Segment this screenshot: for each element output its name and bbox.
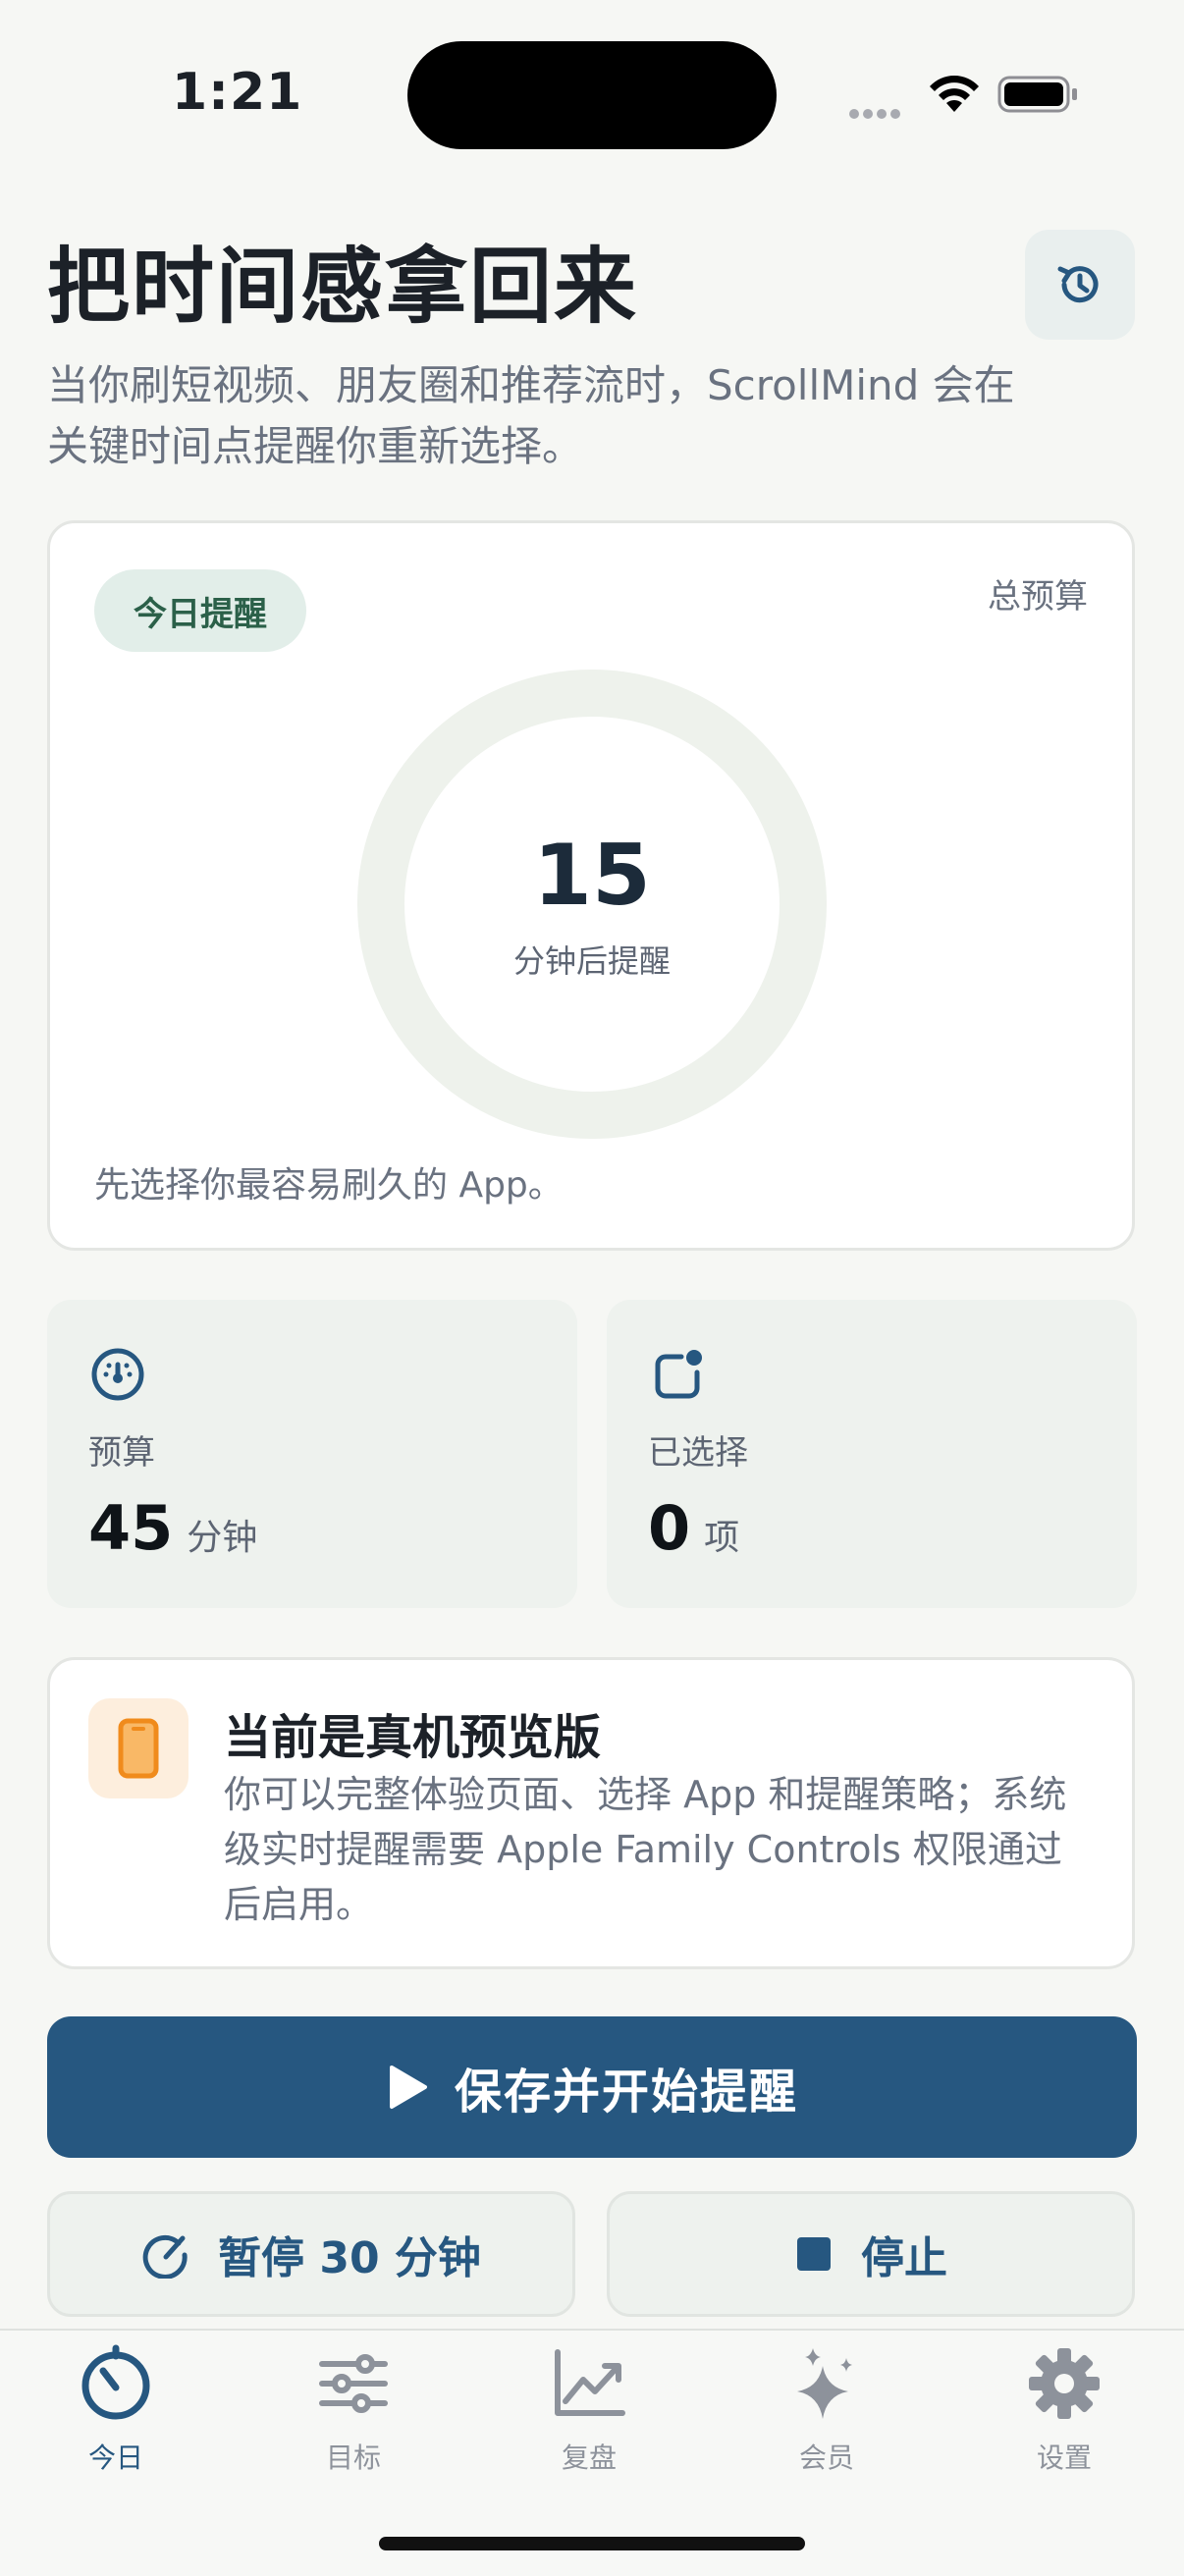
page-title: 把时间感拿回来 bbox=[47, 239, 639, 335]
tab-review-label: 复盘 bbox=[561, 2442, 617, 2474]
tab-goals[interactable]: 目标 bbox=[255, 2344, 452, 2492]
gear-icon bbox=[1029, 2348, 1100, 2419]
timer-pause-icon bbox=[142, 2234, 188, 2279]
history-button[interactable] bbox=[1025, 230, 1135, 340]
select-app-hint: 先选择你最容易刷久的 App。 bbox=[94, 1165, 564, 1206]
battery-icon bbox=[997, 76, 1077, 113]
tab-goals-label: 目标 bbox=[325, 2442, 381, 2474]
timer-icon bbox=[81, 2344, 150, 2420]
budget-value: 45 bbox=[88, 1492, 174, 1564]
pause-30-label: 暂停 30 分钟 bbox=[218, 2233, 481, 2283]
play-icon bbox=[389, 2066, 427, 2109]
tab-membership[interactable]: 会员 bbox=[728, 2344, 925, 2492]
selected-value-row: 0项 bbox=[648, 1492, 739, 1564]
selected-apps-stat-card[interactable]: 已选择 0项 bbox=[607, 1300, 1137, 1608]
tab-today-label: 今日 bbox=[87, 2442, 143, 2474]
phone-badge bbox=[88, 1698, 188, 1798]
countdown-label: 分钟后提醒 bbox=[512, 942, 671, 980]
budget-label: 预算 bbox=[88, 1433, 155, 1473]
status-time: 1:21 bbox=[172, 63, 303, 122]
selected-unit: 项 bbox=[704, 1518, 740, 1558]
total-budget-label[interactable]: 总预算 bbox=[988, 569, 1088, 617]
selected-value: 0 bbox=[648, 1492, 691, 1564]
cellular-signal-icon bbox=[849, 104, 908, 119]
app-badge-icon bbox=[655, 1350, 702, 1399]
home-indicator bbox=[379, 2537, 805, 2550]
save-and-start-label: 保存并开始提醒 bbox=[454, 2065, 798, 2120]
tab-settings[interactable]: 设置 bbox=[966, 2344, 1162, 2492]
preview-title: 当前是真机预览版 bbox=[224, 1710, 602, 1765]
today-badge: 今日提醒 bbox=[94, 569, 306, 652]
selected-label: 已选择 bbox=[648, 1433, 748, 1473]
page-subtitle: 当你刷短视频、朋友圈和推荐流时，ScrollMind 会在关键时间点提醒你重新选… bbox=[47, 361, 1015, 470]
stop-button[interactable]: 停止 bbox=[607, 2191, 1135, 2317]
chart-icon bbox=[555, 2349, 625, 2416]
countdown-value: 15 bbox=[533, 827, 651, 925]
stop-icon bbox=[797, 2237, 831, 2271]
sparkles-icon bbox=[797, 2348, 852, 2419]
tab-membership-label: 会员 bbox=[798, 2442, 854, 2474]
tab-today[interactable]: 今日 bbox=[18, 2344, 214, 2492]
gauge-icon bbox=[91, 1348, 144, 1401]
dynamic-island bbox=[407, 41, 777, 149]
save-and-start-button[interactable]: 保存并开始提醒 bbox=[47, 2016, 1137, 2158]
pause-30-button[interactable]: 暂停 30 分钟 bbox=[47, 2191, 575, 2317]
budget-unit: 分钟 bbox=[187, 1518, 258, 1558]
budget-stat-card[interactable]: 预算 45 分钟 bbox=[47, 1300, 577, 1608]
stop-label: 停止 bbox=[861, 2233, 947, 2283]
history-icon bbox=[1057, 266, 1099, 303]
budget-value-row: 45 分钟 bbox=[88, 1492, 257, 1564]
sliders-icon bbox=[319, 2354, 388, 2413]
preview-body: 你可以完整体验页面、选择 App 和提醒策略；系统级实时提醒需要 Apple F… bbox=[224, 1773, 1067, 1926]
tab-review[interactable]: 复盘 bbox=[491, 2344, 687, 2492]
phone-icon bbox=[118, 1718, 159, 1779]
wifi-icon bbox=[930, 76, 979, 112]
tab-settings-label: 设置 bbox=[1036, 2442, 1092, 2474]
